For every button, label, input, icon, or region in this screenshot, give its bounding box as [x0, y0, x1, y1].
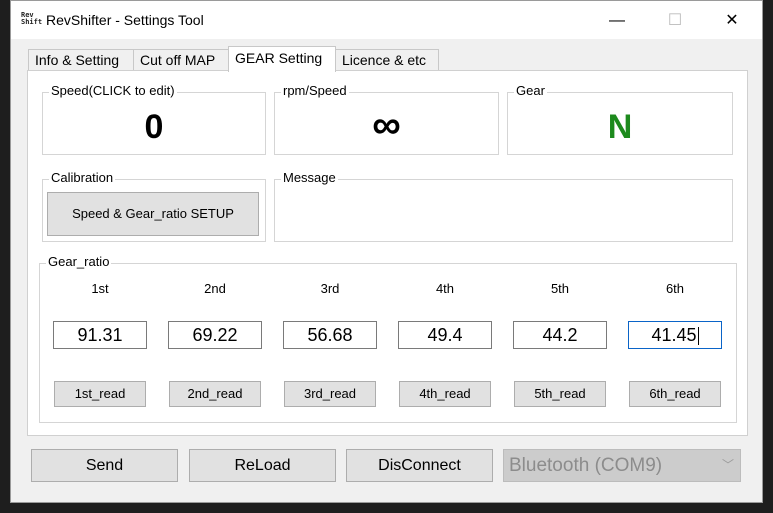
gear-col-4: 4th 49.4 4th_read [398, 281, 492, 407]
gear-col-2: 2nd 69.22 2nd_read [168, 281, 262, 407]
tab-info-setting[interactable]: Info & Setting [28, 49, 134, 71]
port-select[interactable]: Bluetooth (COM9) ﹀ [503, 449, 741, 482]
speed-label: Speed(CLICK to edit) [49, 83, 177, 99]
minimize-icon: — [609, 12, 625, 29]
gear-col-5: 5th 44.2 5th_read [513, 281, 607, 407]
read-4th-button[interactable]: 4th_read [399, 381, 491, 407]
gear-ratio-input-4th[interactable]: 49.4 [398, 321, 492, 349]
reload-button[interactable]: ReLoad [189, 449, 336, 482]
message-group: Message [274, 170, 733, 242]
speed-group[interactable]: Speed(CLICK to edit) 0 [42, 83, 266, 155]
gear-ratio-input-6th[interactable]: 41.45 [628, 321, 722, 349]
rpm-speed-label: rpm/Speed [281, 83, 349, 99]
gear-head-1st: 1st [91, 281, 109, 296]
close-icon: ✕ [725, 12, 739, 29]
gear-ratio-input-3rd[interactable]: 56.68 [283, 321, 377, 349]
gear-ratio-input-2nd[interactable]: 69.22 [168, 321, 262, 349]
gear-head-3rd: 3rd [320, 281, 340, 296]
gear-col-3: 3rd 56.68 3rd_read [283, 281, 377, 407]
window-title: RevShifter - Settings Tool [46, 12, 204, 28]
settings-window: Rev Shift RevShifter - Settings Tool — ☐… [10, 0, 763, 503]
calibration-label: Calibration [49, 170, 116, 186]
read-5th-button[interactable]: 5th_read [514, 381, 606, 407]
app-icon: Rev Shift [21, 11, 43, 26]
maximize-button[interactable]: ☐ [652, 1, 698, 39]
gear-head-4th: 4th [435, 281, 455, 296]
minimize-button[interactable]: — [594, 1, 640, 39]
gear-ratio-label: Gear_ratio [46, 254, 112, 270]
read-1st-button[interactable]: 1st_read [54, 381, 146, 407]
maximize-icon: ☐ [667, 12, 683, 29]
rpm-speed-group: rpm/Speed ∞ [274, 83, 499, 155]
gear-head-6th: 6th [665, 281, 685, 296]
text-caret [697, 327, 699, 346]
gear-ratio-input-5th[interactable]: 44.2 [513, 321, 607, 349]
calibration-group: Calibration Speed & Gear_ratio SETUP [42, 170, 266, 242]
gear-label: Gear [514, 83, 547, 99]
gear-value: N [607, 108, 633, 146]
read-3rd-button[interactable]: 3rd_read [284, 381, 376, 407]
message-label: Message [281, 170, 338, 186]
gear-col-1: 1st 91.31 1st_read [53, 281, 147, 407]
chevron-down-icon: ﹀ [721, 458, 734, 472]
tab-cut-off-map[interactable]: Cut off MAP [133, 49, 229, 71]
rpm-speed-value: ∞ [372, 103, 401, 147]
speed-gear-ratio-setup-button[interactable]: Speed & Gear_ratio SETUP [47, 192, 259, 236]
title-bar: Rev Shift RevShifter - Settings Tool — ☐… [11, 1, 762, 39]
gear-col-6: 6th 41.45 6th_read [628, 281, 722, 407]
gear-head-5th: 5th [550, 281, 570, 296]
tab-licence-etc[interactable]: Licence & etc [335, 49, 439, 71]
gear-setting-panel: Speed(CLICK to edit) 0 rpm/Speed ∞ Gear … [27, 70, 748, 436]
close-button[interactable]: ✕ [709, 1, 755, 39]
port-select-value: Bluetooth (COM9) [509, 455, 663, 476]
speed-value[interactable]: 0 [43, 107, 265, 147]
read-2nd-button[interactable]: 2nd_read [169, 381, 261, 407]
tab-gear-setting[interactable]: GEAR Setting [228, 46, 336, 72]
read-6th-button[interactable]: 6th_read [629, 381, 721, 407]
disconnect-button[interactable]: DisConnect [346, 449, 493, 482]
gear-ratio-group: Gear_ratio 1st 91.31 1st_read 2nd 69.22 … [39, 254, 737, 423]
gear-head-2nd: 2nd [204, 281, 226, 296]
gear-ratio-input-6th-value: 41.45 [651, 325, 697, 345]
gear-ratio-input-1st[interactable]: 91.31 [53, 321, 147, 349]
send-button[interactable]: Send [31, 449, 178, 482]
gear-group: Gear N [507, 83, 733, 155]
